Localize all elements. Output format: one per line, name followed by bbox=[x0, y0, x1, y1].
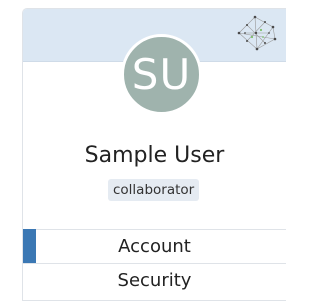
role-badge: collaborator bbox=[108, 179, 200, 201]
network-graph-icon bbox=[237, 15, 277, 51]
user-name: Sample User bbox=[84, 143, 225, 168]
avatar: SU bbox=[121, 34, 202, 115]
avatar-initials: SU bbox=[131, 50, 192, 99]
nav-item-label: Account bbox=[118, 236, 191, 257]
nav-item-account[interactable]: Account bbox=[23, 229, 286, 264]
nav-item-label: Security bbox=[117, 270, 192, 291]
profile-card: SU Sample User collaborator Account Secu… bbox=[22, 8, 286, 301]
nav-item-security[interactable]: Security bbox=[23, 263, 286, 297]
profile-nav: Account Security bbox=[23, 229, 286, 297]
